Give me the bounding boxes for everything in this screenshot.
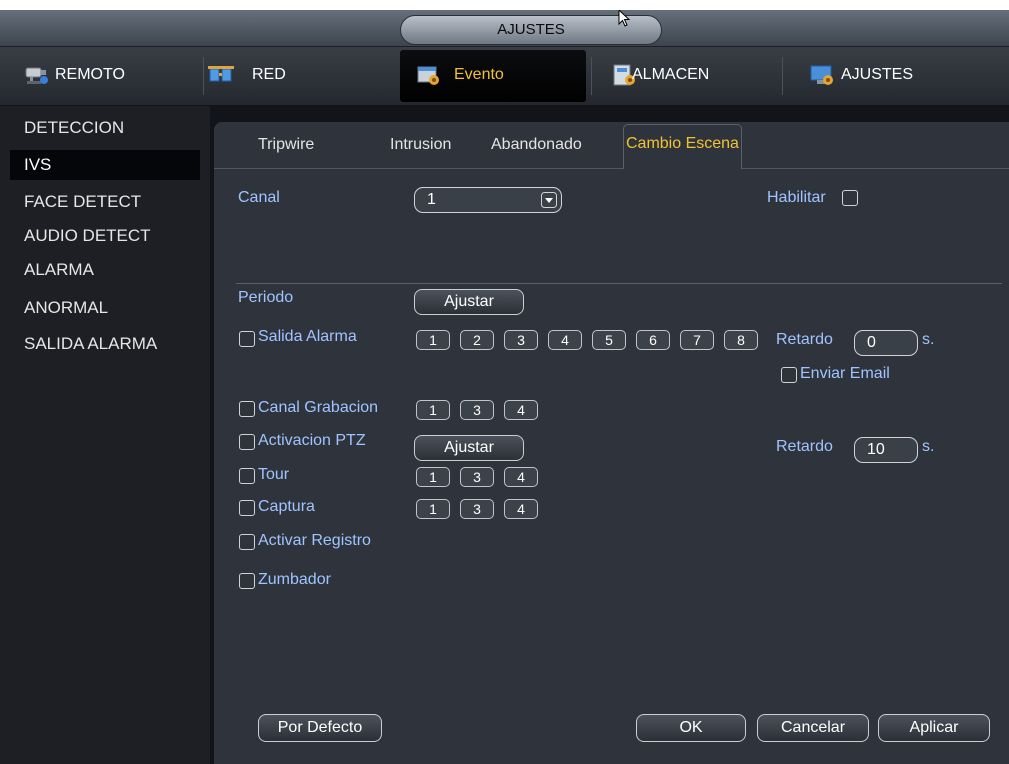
- nav-tab-label: Evento: [454, 66, 504, 83]
- content-panel: Tripwire Intrusion Abandonado Cambio Esc…: [214, 122, 1009, 764]
- alarm-out-4[interactable]: 4: [548, 330, 582, 350]
- camera-icon: [25, 67, 48, 84]
- cancel-button[interactable]: Cancelar: [757, 714, 869, 742]
- alarm-out-3[interactable]: 3: [504, 330, 538, 350]
- salida-alarma-label: Salida Alarma: [258, 328, 357, 345]
- habilitar-checkbox[interactable]: [842, 190, 858, 206]
- tour-channel-4[interactable]: 4: [504, 467, 538, 487]
- nav-tab-label: ALMACEN: [632, 66, 710, 83]
- tour-channel-3[interactable]: 3: [460, 467, 494, 487]
- apply-button[interactable]: Aplicar: [878, 714, 990, 742]
- sidebar-item-salida-alarma[interactable]: SALIDA ALARMA: [24, 334, 204, 354]
- sidebar-item-alarma[interactable]: ALARMA: [24, 260, 204, 280]
- zumbador-label: Zumbador: [258, 571, 331, 588]
- tour-label: Tour: [258, 466, 290, 483]
- periodo-ajustar-button[interactable]: Ajustar: [414, 289, 524, 315]
- capture-channel-1[interactable]: 1: [416, 499, 450, 519]
- activacion-ptz-checkbox[interactable]: [239, 434, 255, 450]
- nav-tab-red[interactable]: RED: [206, 50, 396, 102]
- zumbador-checkbox[interactable]: [239, 573, 255, 589]
- alarm-out-2[interactable]: 2: [460, 330, 494, 350]
- tour-channel-1[interactable]: 1: [416, 467, 450, 487]
- retardo-label: Retardo: [776, 331, 833, 348]
- alarm-out-5[interactable]: 5: [592, 330, 626, 350]
- canal-grabacion-label: Canal Grabacion: [258, 399, 379, 416]
- retardo-input[interactable]: 0: [854, 330, 918, 356]
- activar-registro-label: Activar Registro: [258, 532, 371, 549]
- tour-buttons: 1 3 4: [416, 467, 546, 487]
- salida-alarma-buttons: 1 2 3 4 5 6 7 8: [416, 330, 766, 350]
- top-nav: REMOTO RED Evento ALMACEN AJUSTES: [0, 47, 1009, 105]
- enviar-email-checkbox[interactable]: [781, 367, 797, 383]
- captura-label: Captura: [258, 498, 315, 515]
- capture-channel-4[interactable]: 4: [504, 499, 538, 519]
- retardo-ptz-input[interactable]: 10: [854, 437, 918, 463]
- event-icon: [417, 66, 439, 85]
- canal-select[interactable]: 1: [414, 187, 562, 213]
- nav-tab-almacen[interactable]: ALMACEN: [594, 50, 778, 102]
- monitor-settings-icon: [810, 65, 833, 85]
- tab-intrusion[interactable]: Intrusion: [390, 136, 451, 154]
- periodo-label: Periodo: [238, 289, 294, 306]
- enviar-email-label: Enviar Email: [800, 365, 890, 382]
- record-channel-4[interactable]: 4: [504, 400, 538, 420]
- default-button[interactable]: Por Defecto: [258, 714, 382, 742]
- alarm-out-8[interactable]: 8: [724, 330, 758, 350]
- mouse-cursor-icon: [618, 10, 631, 27]
- ptz-ajustar-button[interactable]: Ajustar: [414, 435, 524, 461]
- nav-tab-label: RED: [252, 66, 286, 83]
- sidebar-item-anormal[interactable]: ANORMAL: [24, 298, 204, 318]
- captura-buttons: 1 3 4: [416, 499, 546, 519]
- title-bar: AJUSTES: [0, 10, 1009, 47]
- record-channel-3[interactable]: 3: [460, 400, 494, 420]
- salida-alarma-checkbox[interactable]: [239, 331, 255, 347]
- tab-tripwire[interactable]: Tripwire: [258, 136, 314, 154]
- canal-label: Canal: [238, 189, 280, 206]
- nav-tab-ajustes[interactable]: AJUSTES: [785, 50, 985, 102]
- canal-grabacion-checkbox[interactable]: [239, 401, 255, 417]
- canal-value: 1: [427, 191, 436, 208]
- sidebar-item-audio-detect[interactable]: AUDIO DETECT: [24, 226, 204, 246]
- retardo-ptz-label: Retardo: [776, 438, 833, 455]
- sidebar: DETECCION IVS FACE DETECT AUDIO DETECT A…: [0, 106, 210, 764]
- activacion-ptz-label: Activacion PTZ: [258, 432, 366, 449]
- retardo-ptz-unit: s.: [922, 438, 935, 455]
- ok-button[interactable]: OK: [636, 714, 746, 742]
- tab-cambio-escena[interactable]: Cambio Escena: [623, 124, 742, 169]
- network-icon: [208, 66, 234, 82]
- canal-grabacion-buttons: 1 3 4: [416, 400, 546, 420]
- sidebar-item-face-detect[interactable]: FACE DETECT: [24, 192, 204, 212]
- nav-tab-label: REMOTO: [55, 66, 125, 83]
- alarm-out-1[interactable]: 1: [416, 330, 450, 350]
- captura-checkbox[interactable]: [239, 500, 255, 516]
- nav-tab-label: AJUSTES: [841, 66, 914, 83]
- settings-window: AJUSTES REMOTO RED Evento ALMACEN AJUSTE…: [0, 10, 1009, 764]
- tab-abandonado[interactable]: Abandonado: [491, 136, 582, 154]
- sidebar-item-deteccion[interactable]: DETECCION: [24, 118, 204, 138]
- activar-registro-checkbox[interactable]: [239, 534, 255, 550]
- sub-tabs: Tripwire Intrusion Abandonado Cambio Esc…: [214, 122, 1009, 169]
- alarm-out-7[interactable]: 7: [680, 330, 714, 350]
- tour-checkbox[interactable]: [239, 468, 255, 484]
- record-channel-1[interactable]: 1: [416, 400, 450, 420]
- divider: [236, 283, 1002, 284]
- chevron-down-icon: [541, 192, 557, 208]
- habilitar-label: Habilitar: [767, 189, 826, 206]
- nav-tab-remoto[interactable]: REMOTO: [0, 50, 200, 102]
- sidebar-item-ivs[interactable]: IVS: [10, 150, 200, 180]
- capture-channel-3[interactable]: 3: [460, 499, 494, 519]
- retardo-unit: s.: [922, 331, 935, 348]
- nav-tab-evento[interactable]: Evento: [400, 50, 586, 102]
- alarm-out-6[interactable]: 6: [636, 330, 670, 350]
